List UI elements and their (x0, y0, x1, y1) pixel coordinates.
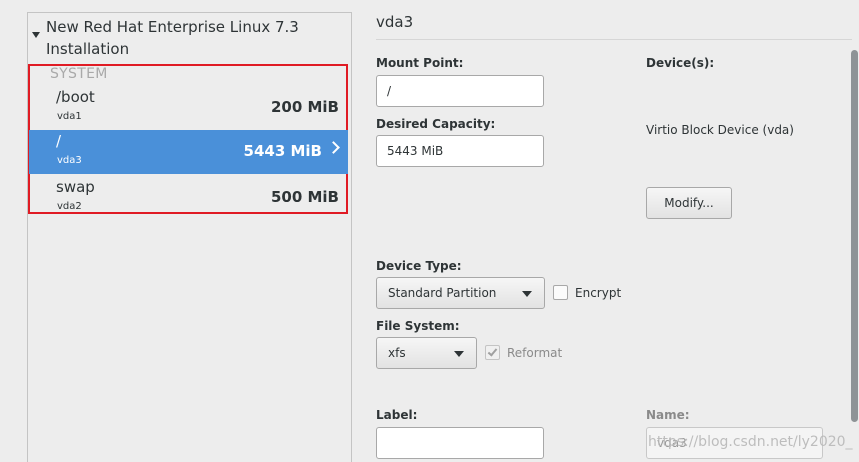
dropdown-arrow-icon (454, 351, 464, 357)
reformat-checkbox[interactable] (485, 345, 500, 360)
name-field-label: Name: (646, 408, 690, 422)
mount-point-row-root[interactable]: / vda3 5443 MiB (29, 130, 348, 174)
mount-point-device: vda2 (57, 201, 82, 212)
mount-point-size: 5443 MiB (243, 142, 322, 160)
mount-point-device: vda3 (57, 155, 82, 166)
file-system-value: xfs (388, 346, 406, 360)
mount-point-size: 500 MiB (270, 188, 339, 206)
reformat-label: Reformat (507, 346, 563, 360)
desired-capacity-label: Desired Capacity: (376, 117, 496, 131)
checkmark-icon (487, 346, 498, 357)
system-group-heading: SYSTEM (50, 66, 108, 82)
mount-point-size: 200 MiB (270, 98, 339, 116)
modify-button[interactable]: Modify... (646, 187, 732, 219)
file-system-label: File System: (376, 319, 460, 333)
encrypt-checkbox[interactable] (553, 285, 568, 300)
device-type-dropdown[interactable]: Standard Partition (376, 277, 545, 309)
installation-title: New Red Hat Enterprise Linux 7.3 Install… (46, 18, 299, 58)
encrypt-label[interactable]: Encrypt (575, 286, 621, 300)
mount-point-device: vda1 (57, 111, 82, 122)
mount-point-panel: New Red Hat Enterprise Linux 7.3 Install… (27, 12, 352, 462)
mount-point-name: swap (56, 178, 95, 196)
mount-point-row-swap[interactable]: swap vda2 500 MiB (29, 176, 348, 220)
title-divider (376, 39, 852, 40)
mount-point-input[interactable] (376, 75, 544, 107)
dropdown-arrow-icon (522, 291, 532, 297)
device-name: Virtio Block Device (vda) (646, 123, 794, 137)
label-input[interactable] (376, 427, 544, 459)
mount-point-name: / (56, 132, 62, 150)
vertical-scrollbar[interactable] (851, 50, 858, 422)
mount-point-name: /boot (56, 88, 95, 106)
device-type-label: Device Type: (376, 259, 462, 273)
devices-label: Device(s): (646, 56, 715, 70)
label-field-label: Label: (376, 408, 418, 422)
partition-title: vda3 (376, 13, 414, 31)
mount-point-row-boot[interactable]: /boot vda1 200 MiB (29, 86, 348, 130)
watermark-text: https://blog.csdn.net/ly2020_ (648, 434, 853, 450)
desired-capacity-input[interactable] (376, 135, 544, 167)
device-type-value: Standard Partition (388, 286, 497, 300)
expander-arrow-icon[interactable] (32, 32, 40, 38)
mount-point-label: Mount Point: (376, 56, 464, 70)
chevron-right-icon (327, 141, 340, 154)
file-system-dropdown[interactable]: xfs (376, 337, 477, 369)
installation-header[interactable]: New Red Hat Enterprise Linux 7.3 Install… (28, 13, 351, 65)
